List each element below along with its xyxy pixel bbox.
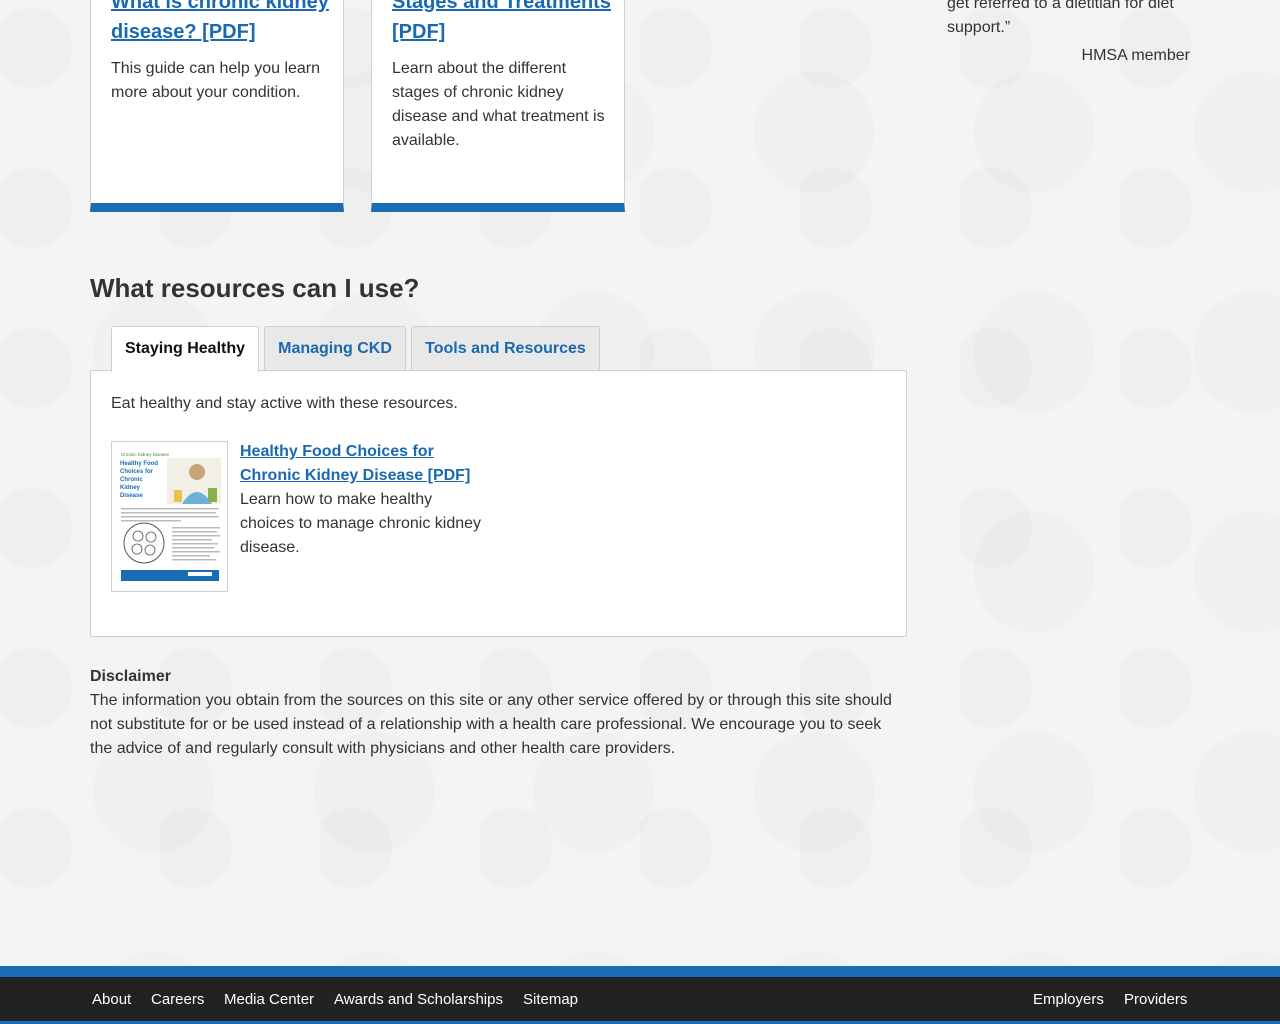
testimonial-author: HMSA member [1081,47,1190,64]
card-link-stages-treatments[interactable]: Stages and Treatments [PDF] [392,0,617,47]
thumbnail-header: Chronic Kidney Disease [121,452,170,457]
footer-link-awards-scholarships[interactable]: Awards and Scholarships [334,989,503,1011]
thumbnail-title: Healthy Food Choices for Chronic Kidney … [120,461,159,499]
footer-link-employers[interactable]: Employers [1033,989,1104,1011]
card-description: This guide can help you learn more about… [111,60,321,101]
tab-panel-staying-healthy: Eat healthy and stay active with these r… [90,370,907,637]
tab-staying-healthy[interactable]: Staying Healthy [111,326,259,372]
footer-nav: About Careers Media Center Awards and Sc… [0,977,1280,1024]
footer-link-media-center[interactable]: Media Center [224,989,314,1011]
footer-link-careers[interactable]: Careers [151,989,204,1011]
pdf-thumbnail[interactable]: Chronic Kidney Disease Healthy Food Choi… [111,441,228,592]
footer-link-about[interactable]: About [92,989,131,1011]
resource-card-stages: Stages and Treatments [PDF] Learn about … [371,0,625,212]
disclaimer-text: The information you obtain from the sour… [90,692,892,757]
resource-description: Learn how to make healthy choices to man… [240,491,482,556]
footer-link-sitemap[interactable]: Sitemap [523,989,578,1011]
tab-managing-ckd[interactable]: Managing CKD [264,326,406,371]
resource-link-healthy-food-choices[interactable]: Healthy Food Choices for Chronic Kidney … [240,440,490,488]
card-link-what-is-ckd[interactable]: What is chronic kidney disease? [PDF] [111,0,336,47]
panel-intro-text: Eat healthy and stay active with these r… [111,395,458,412]
section-heading-resources: What resources can I use? [90,273,420,303]
card-description: Learn about the different stages of chro… [392,60,605,149]
footer-accent-stripe [0,966,1280,977]
testimonial-quote: get referred to a dietitian for diet sup… [947,0,1174,36]
footer-link-providers[interactable]: Providers [1124,989,1187,1011]
resource-card-ckd-guide: What is chronic kidney disease? [PDF] Th… [90,0,344,212]
tab-tools-and-resources[interactable]: Tools and Resources [411,326,600,371]
pdf-cover-image: Chronic Kidney Disease Healthy Food Choi… [112,442,227,591]
disclaimer-title: Disclaimer [90,668,171,685]
